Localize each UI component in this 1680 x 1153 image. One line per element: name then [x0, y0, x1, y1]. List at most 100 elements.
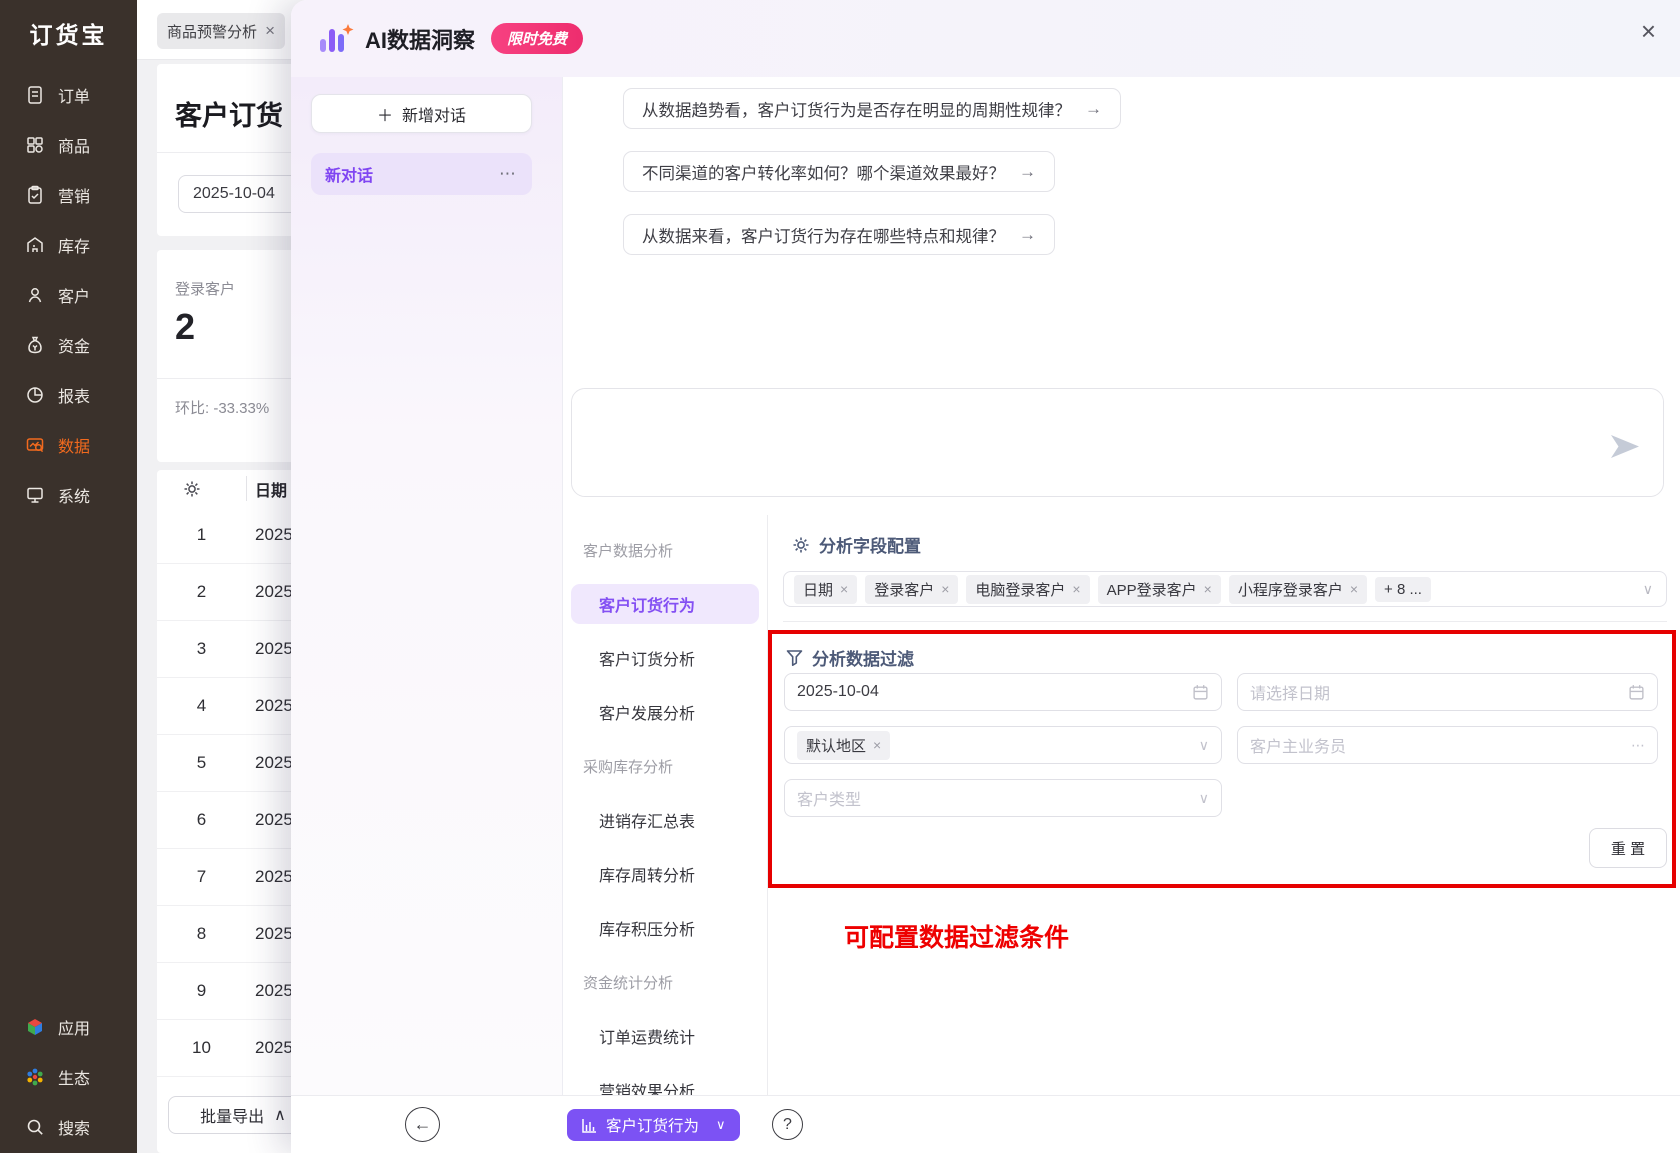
tab-product-warning[interactable]: 商品预警分析 ×	[157, 13, 285, 49]
new-chat-label: 新增对话	[402, 102, 466, 126]
sidebar-item-products[interactable]: 商品	[0, 120, 137, 170]
filter-region-select[interactable]: 默认地区× ∨	[784, 726, 1222, 764]
sidebar-item-label: 营销	[58, 183, 90, 207]
filter-date-start[interactable]: 2025-10-04	[784, 673, 1222, 711]
menu-item-customer-order-behavior[interactable]: 客户订货行为	[571, 584, 759, 624]
field-tag: 小程序登录客户×	[1229, 575, 1367, 604]
row-index: 1	[157, 525, 246, 545]
sidebar-item-label: 应用	[58, 1015, 90, 1039]
chevron-down-icon: ∨	[1199, 737, 1209, 754]
filter-title-text: 分析数据过滤	[812, 645, 914, 670]
sidebar-item-data[interactable]: 数据	[0, 420, 137, 470]
sidebar-item-reports[interactable]: 报表	[0, 370, 137, 420]
page-title: 客户订货	[175, 94, 283, 133]
more-fields-tag[interactable]: + 8 ...	[1375, 577, 1431, 602]
menu-item-customer-development[interactable]: 客户发展分析	[563, 685, 767, 739]
suggestion-text: 不同渠道的客户转化率如何？哪个渠道效果最好？	[642, 160, 1005, 184]
reset-button[interactable]: 重 置	[1589, 828, 1667, 868]
suggestion-chip[interactable]: 从数据来看，客户订货行为存在哪些特点和规律？ →	[623, 214, 1055, 255]
filter-date-end[interactable]: 请选择日期	[1237, 673, 1658, 711]
red-annotation-text: 可配置数据过滤条件	[844, 918, 1069, 954]
suggestion-text: 从数据来看，客户订货行为存在哪些特点和规律？	[642, 223, 1005, 247]
cube-icon	[25, 1017, 45, 1037]
sidebar-item-customers[interactable]: 客户	[0, 270, 137, 320]
sidebar-item-system[interactable]: 系统	[0, 470, 137, 520]
column-settings-gear-icon[interactable]	[183, 480, 201, 498]
warehouse-icon	[25, 235, 45, 255]
tab-close-icon[interactable]: ×	[265, 21, 275, 41]
new-chat-button[interactable]: ＋ 新增对话	[311, 94, 532, 133]
sidebar-item-inventory[interactable]: 库存	[0, 220, 137, 270]
ellipsis-icon[interactable]: ⋯	[499, 164, 518, 184]
back-arrow-icon: ←	[414, 1114, 432, 1135]
suggestion-chip[interactable]: 不同渠道的客户转化率如何？哪个渠道效果最好？ →	[623, 151, 1055, 192]
remove-tag-icon[interactable]: ×	[1350, 581, 1358, 597]
conversation-item[interactable]: 新对话 ⋯	[311, 153, 532, 195]
sidebar-item-ecosystem[interactable]: 生态	[0, 1052, 137, 1102]
remove-tag-icon[interactable]: ×	[941, 581, 949, 597]
divider	[246, 476, 247, 501]
sidebar-item-label: 库存	[58, 233, 90, 257]
search-icon	[25, 1117, 45, 1137]
send-icon[interactable]	[1609, 433, 1641, 460]
sidebar-item-search[interactable]: 搜索	[0, 1102, 137, 1152]
chevron-down-icon: ∨	[716, 1117, 726, 1133]
bar-chart-icon	[581, 1118, 597, 1133]
menu-item-order-freight[interactable]: 订单运费统计	[563, 1009, 767, 1063]
dataset-selector-button[interactable]: 客户订货行为 ∨	[567, 1109, 740, 1141]
region-tag-wrap: 默认地区×	[797, 731, 1199, 760]
message-input[interactable]	[572, 389, 1663, 496]
menu-item-psi-summary[interactable]: 进销存汇总表	[563, 793, 767, 847]
free-badge: 限时免费	[491, 23, 583, 54]
sidebar-item-label: 系统	[58, 483, 90, 507]
dataset-label: 客户订货行为	[606, 1114, 699, 1136]
sidebar-item-marketing[interactable]: 营销	[0, 170, 137, 220]
calendar-icon	[1628, 684, 1645, 701]
arrow-right-icon: →	[1085, 99, 1102, 119]
sidebar-item-funds[interactable]: 资金	[0, 320, 137, 370]
chevron-up-icon: ∧	[274, 1105, 286, 1125]
menu-item-inventory-backlog[interactable]: 库存积压分析	[563, 901, 767, 955]
order-doc-icon	[25, 85, 45, 105]
row-index: 9	[157, 981, 246, 1001]
gear-icon	[792, 536, 810, 554]
app-logo: 订货宝	[0, 16, 137, 50]
sidebar-item-label: 搜索	[58, 1115, 90, 1139]
modal-close-icon[interactable]: ×	[1641, 18, 1656, 44]
menu-item-marketing-effect[interactable]: 营销效果分析	[563, 1063, 767, 1095]
pie-chart-icon	[25, 385, 45, 405]
column-header-date: 日期	[255, 477, 287, 501]
sidebar-nav-bottom: 应用 生态 搜索	[0, 1002, 137, 1152]
field-tag: APP登录客户×	[1098, 575, 1221, 604]
sidebar-item-orders[interactable]: 订单	[0, 70, 137, 120]
row-index: 8	[157, 924, 246, 944]
remove-tag-icon[interactable]: ×	[840, 581, 848, 597]
filter-highlight-box: 分析数据过滤 2025-10-04 请选择日期 默认地区× ∨ 客户主业务员 ⋯…	[768, 630, 1676, 888]
back-button[interactable]: ←	[405, 1107, 440, 1142]
sidebar-nav: 订单 商品 营销 库存 客户 资金 报表 数据	[0, 70, 137, 520]
sidebar-item-label: 客户	[58, 283, 90, 307]
sidebar-item-apps[interactable]: 应用	[0, 1002, 137, 1052]
suggestion-chip[interactable]: 从数据趋势看，客户订货行为是否存在明显的周期性规律？ →	[623, 88, 1121, 129]
more-label: + 8 ...	[1384, 581, 1422, 598]
remove-tag-icon[interactable]: ×	[873, 737, 881, 753]
question-icon: ?	[783, 1116, 792, 1134]
menu-item-inventory-turnover[interactable]: 库存周转分析	[563, 847, 767, 901]
divider	[783, 621, 1667, 622]
remove-tag-icon[interactable]: ×	[1204, 581, 1212, 597]
filter-date-value: 2025-10-04	[797, 683, 1192, 701]
field-tag: 日期×	[794, 575, 857, 604]
help-button[interactable]: ?	[772, 1109, 803, 1140]
filter-salesman-select[interactable]: 客户主业务员 ⋯	[1237, 726, 1658, 764]
field-tags-select[interactable]: 日期× 登录客户× 电脑登录客户× APP登录客户× 小程序登录客户× + 8 …	[783, 571, 1667, 607]
sidebar-item-label: 资金	[58, 333, 90, 357]
message-composer	[571, 388, 1664, 497]
flower-icon	[25, 1067, 45, 1087]
salesman-placeholder: 客户主业务员	[1250, 733, 1631, 757]
remove-tag-icon[interactable]: ×	[1072, 581, 1080, 597]
money-bag-icon	[25, 335, 45, 355]
ai-logo-icon	[317, 23, 355, 55]
menu-item-customer-order-analysis[interactable]: 客户订货分析	[563, 631, 767, 685]
filter-customer-type-select[interactable]: 客户类型 ∨	[784, 779, 1222, 817]
tag-label: 登录客户	[874, 579, 934, 600]
